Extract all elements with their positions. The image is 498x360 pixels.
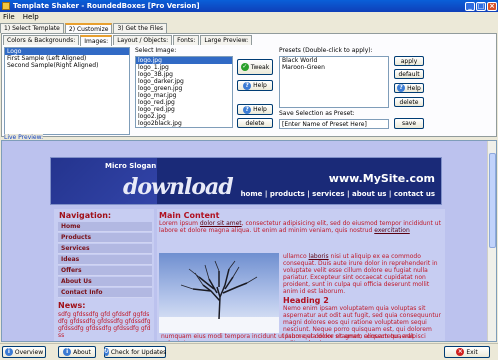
preview-content: Main Content Lorem ipsum dolor sit amet,… bbox=[157, 209, 445, 341]
list-item[interactable]: logo_3B.jpg bbox=[136, 71, 232, 78]
customize-panel: Colors & Backgrounds: Images: Layout / O… bbox=[1, 33, 497, 137]
list-item[interactable]: logo_mar.jpg bbox=[136, 92, 232, 99]
help-icon: ? bbox=[243, 105, 252, 114]
list-item[interactable]: logo_green.jpg bbox=[136, 85, 232, 92]
nav-item: Services bbox=[58, 244, 152, 254]
help-button[interactable]: ? Help bbox=[394, 83, 424, 93]
select-image-label: Select Image: bbox=[135, 47, 177, 54]
list-item[interactable]: logo_darker.jpg bbox=[136, 78, 232, 85]
list-item[interactable]: Maroon-Green bbox=[280, 64, 388, 71]
help-icon: ? bbox=[397, 84, 406, 92]
list-item[interactable]: logo_red.jpg bbox=[136, 106, 232, 113]
help-button[interactable]: ? Help bbox=[237, 104, 273, 115]
paragraph-1: Lorem ipsum dolor sit amet, consectetur … bbox=[159, 220, 441, 234]
main-tabs: 1) Select Template 2) Customize 3) Get t… bbox=[0, 23, 168, 34]
micro-slogan: Micro Slogan bbox=[105, 162, 157, 170]
preview-header: Micro Slogan download www.MySite.com hom… bbox=[50, 157, 442, 205]
list-item[interactable]: logo_red.jpg bbox=[136, 99, 232, 106]
presets-list[interactable]: Black World Maroon-Green bbox=[279, 56, 389, 108]
window-title: Template Shaker - RoundedBoxes [Pro Vers… bbox=[13, 2, 200, 10]
tweak-icon: ✓ bbox=[240, 63, 249, 71]
help-button[interactable]: ? Help bbox=[237, 80, 273, 91]
menu-file[interactable]: File bbox=[3, 13, 15, 21]
exit-button[interactable]: × Exit bbox=[444, 346, 490, 358]
close-button[interactable]: × bbox=[487, 1, 497, 11]
tab-large-preview[interactable]: Large Preview: bbox=[200, 35, 253, 45]
news-title: News: bbox=[58, 301, 86, 310]
check-updates-button[interactable]: ↻ Check for Updates bbox=[103, 346, 166, 358]
minimize-button[interactable]: _ bbox=[465, 1, 475, 11]
scroll-thumb[interactable] bbox=[489, 153, 496, 248]
tab-select-template[interactable]: 1) Select Template bbox=[0, 23, 64, 33]
right-column: ullamco laboris nisi ut aliquip ex ea co… bbox=[281, 253, 443, 341]
apply-button[interactable]: apply bbox=[394, 56, 424, 66]
nav-item: About Us bbox=[58, 277, 152, 287]
tab-colors[interactable]: Colors & Backgrounds: bbox=[3, 35, 80, 45]
header-links: home | products | services | about us | … bbox=[240, 190, 435, 198]
tab-layout[interactable]: Layout / Objects: bbox=[113, 35, 173, 45]
live-preview: Micro Slogan download www.MySite.com hom… bbox=[1, 140, 497, 342]
logo-text: download bbox=[123, 174, 234, 200]
preview-scrollbar[interactable] bbox=[487, 141, 496, 341]
preset-name-input[interactable]: [Enter Name of Preset Here] bbox=[279, 119, 389, 129]
tree-image bbox=[159, 253, 279, 333]
site-url: www.MySite.com bbox=[328, 172, 435, 185]
paragraph-4: numquam eius modi tempora incidunt ut la… bbox=[161, 333, 414, 341]
overview-icon: i bbox=[4, 348, 13, 356]
app-window: Template Shaker - RoundedBoxes [Pro Vers… bbox=[0, 0, 498, 360]
nav-item: Ideas bbox=[58, 255, 152, 265]
overview-button[interactable]: i Overview bbox=[2, 346, 46, 358]
menu-help[interactable]: Help bbox=[23, 13, 39, 21]
sub-tabs: Colors & Backgrounds: Images: Layout / O… bbox=[3, 35, 253, 46]
tab-images[interactable]: Images: bbox=[80, 35, 113, 46]
heading-2: Heading 2 bbox=[283, 296, 329, 305]
nav-item: Home bbox=[58, 222, 152, 232]
preview-navigation: Navigation: Home Products Services Ideas… bbox=[54, 209, 154, 341]
tab-get-files[interactable]: 3) Get the Files bbox=[113, 23, 168, 33]
menu-bar: File Help bbox=[0, 12, 498, 22]
save-preset-button[interactable]: save bbox=[394, 118, 424, 129]
maximize-button[interactable]: □ bbox=[476, 1, 486, 11]
list-item[interactable]: Black World bbox=[280, 57, 388, 64]
help-icon: ? bbox=[243, 81, 252, 90]
news-text: sdfg gfdssdfg gfd gfdsdf ggfdsdfg gfdssd… bbox=[58, 311, 151, 339]
image-list[interactable]: logo.jpg logo_1.jpg logo_3B.jpg logo_dar… bbox=[135, 56, 233, 128]
tab-fonts[interactable]: Fonts: bbox=[173, 35, 200, 45]
app-icon bbox=[2, 2, 10, 10]
list-item[interactable]: logo_1.jpg bbox=[136, 64, 232, 71]
save-preset-label: Save Selection as Preset: bbox=[279, 110, 355, 117]
exit-icon: × bbox=[456, 348, 465, 356]
template-list[interactable]: Logo First Sample (Left Aligned) Second … bbox=[4, 47, 130, 135]
update-icon: ↻ bbox=[103, 348, 109, 356]
default-button[interactable]: default bbox=[394, 69, 424, 79]
delete-image-button[interactable]: delete bbox=[237, 118, 273, 128]
list-item[interactable]: First Sample (Left Aligned) bbox=[5, 55, 129, 62]
nav-item: Products bbox=[58, 233, 152, 243]
list-item[interactable]: logo.jpg bbox=[136, 57, 232, 64]
main-content-title: Main Content bbox=[159, 211, 220, 220]
tweak-button[interactable]: ✓ Tweak bbox=[237, 59, 273, 75]
nav-item: Offers bbox=[58, 266, 152, 276]
footer-bar: i Overview i About ↻ Check for Updates × Exi… bbox=[0, 343, 498, 360]
list-item[interactable]: Second Sample(Right Aligned) bbox=[5, 62, 129, 69]
presets-label: Presets (Double-click to apply): bbox=[279, 47, 373, 54]
about-button[interactable]: i About bbox=[58, 346, 96, 358]
delete-preset-button[interactable]: delete bbox=[394, 97, 424, 107]
nav-item: Contact Info bbox=[58, 288, 152, 298]
list-item[interactable]: logo2black.jpg bbox=[136, 120, 232, 127]
title-bar: Template Shaker - RoundedBoxes [Pro Vers… bbox=[0, 0, 498, 12]
info-icon: i bbox=[63, 348, 72, 356]
list-item[interactable]: logo2.jpg bbox=[136, 113, 232, 120]
bottom-text: numquam eius modi tempora incidunt ut la… bbox=[159, 333, 443, 341]
list-item[interactable]: Logo bbox=[5, 48, 129, 55]
paragraph-2: ullamco laboris nisi ut aliquip ex ea co… bbox=[283, 253, 438, 295]
nav-title: Navigation: bbox=[59, 211, 112, 220]
